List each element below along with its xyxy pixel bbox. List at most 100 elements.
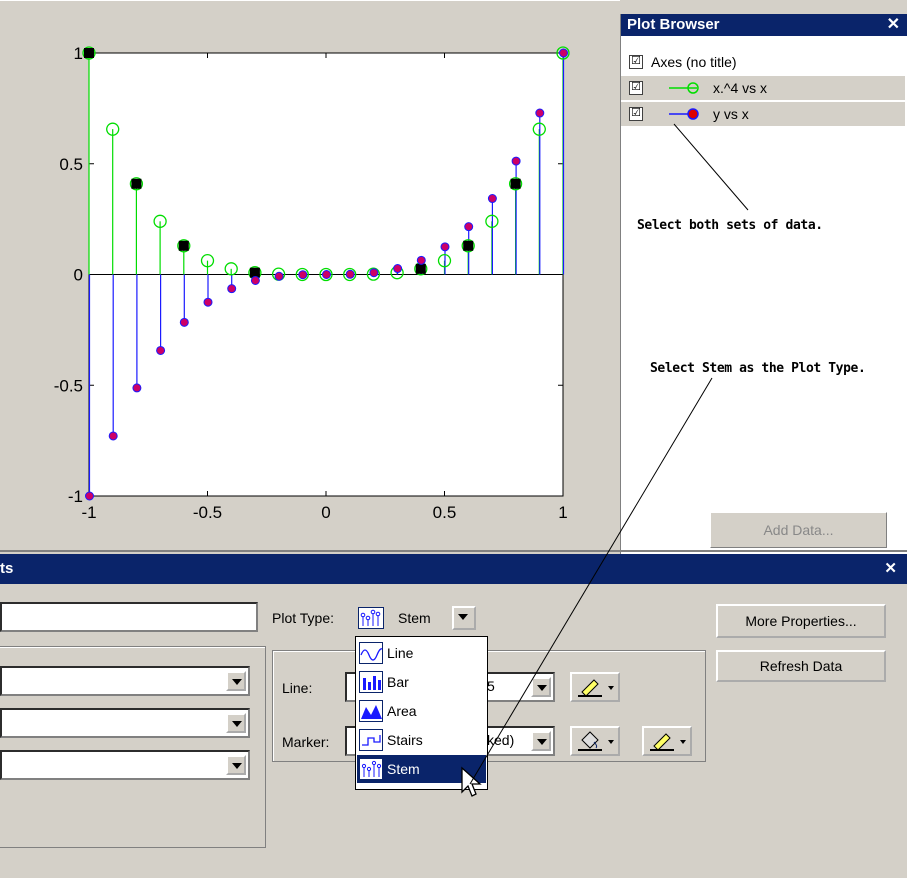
selection-handle (178, 240, 189, 251)
y-tick-label: -1 (68, 487, 83, 506)
y-tick-label: 0 (74, 266, 83, 285)
chevron-down-icon[interactable] (226, 671, 246, 691)
plot-type-label: Plot Type: (272, 610, 335, 626)
x-data-combo[interactable] (0, 666, 250, 696)
plot-type-value: Stem (398, 610, 431, 626)
tree-item-axes[interactable]: ☑ Axes (no title) (621, 50, 905, 74)
stem-marker-series-2 (511, 156, 521, 166)
property-editor-title: ts (0, 560, 14, 577)
marker-fill-button[interactable] (570, 726, 620, 756)
x-tick-label: 0 (321, 503, 330, 522)
x-tick-label: -1 (81, 503, 96, 522)
stem-marker-series-2 (322, 270, 331, 279)
line-color-button[interactable] (570, 672, 620, 702)
stem-marker-series-2 (274, 271, 284, 281)
stem-plot-icon (359, 758, 383, 780)
annotation-select-both: Select both sets of data. (637, 218, 823, 233)
tree-item-label: Axes (no title) (651, 54, 737, 70)
stem-marker-series-2 (487, 194, 497, 204)
stem-marker-series-2 (369, 268, 379, 278)
y-tick-label: 1 (74, 44, 83, 63)
x-tick-label: -0.5 (193, 503, 222, 522)
marker-label: Marker: (282, 734, 330, 750)
bar-plot-icon (359, 671, 383, 693)
plot-browser-titlebar: Plot Browser ✕ (621, 14, 907, 36)
selection-handle (463, 240, 474, 251)
marker-edge-color-button[interactable] (642, 726, 692, 756)
line-label: Line: (282, 680, 313, 696)
figure-area: -1 -0.5 0 0.5 1 1 0.5 0 -0.5 -1 (0, 0, 620, 551)
stairs-plot-icon (359, 729, 383, 751)
stem-marker-series-2 (464, 222, 474, 232)
property-editor-titlebar: ts ✕ (0, 554, 907, 584)
x-tick-label: 1 (558, 503, 567, 522)
stem-marker-series-2 (132, 383, 142, 393)
stem-marker-series-2 (179, 317, 189, 327)
area-plot-icon (359, 700, 383, 722)
x-tick-label: 0.5 (433, 503, 457, 522)
y-tick-label: 0.5 (59, 155, 83, 174)
stem-marker-series-2 (108, 431, 118, 441)
close-icon[interactable]: ✕ (884, 554, 897, 584)
selection-handle (510, 178, 521, 189)
option-stairs[interactable]: Stairs (357, 726, 486, 754)
stem-marker-series-2 (559, 48, 568, 58)
mouse-cursor-icon (461, 766, 482, 797)
chevron-down-icon[interactable] (226, 713, 246, 733)
stem-marker-series-2 (440, 242, 450, 252)
tree-item-series-2[interactable]: ☑ y vs x (621, 102, 905, 126)
option-label: Area (387, 703, 417, 719)
tree-item-label: y vs x (713, 106, 749, 122)
stem-marker-series-2 (393, 264, 403, 274)
stem-marker-series-2 (298, 270, 308, 280)
line-plot-icon (359, 642, 383, 664)
chevron-down-icon[interactable] (452, 606, 476, 630)
chevron-down-icon[interactable] (226, 755, 246, 775)
option-label: Stairs (387, 732, 423, 748)
chevron-down-icon[interactable] (531, 731, 551, 751)
option-label: Line (387, 645, 414, 661)
add-data-button[interactable]: Add Data... (710, 512, 887, 548)
more-properties-button[interactable]: More Properties... (716, 604, 886, 638)
y-tick-label: -0.5 (54, 376, 83, 395)
selection-handle (415, 263, 426, 274)
chevron-down-icon[interactable] (531, 677, 551, 697)
option-label: Stem (387, 761, 420, 777)
refresh-data-button[interactable]: Refresh Data (716, 650, 886, 682)
stem-marker-series-2 (535, 108, 545, 118)
stem-marker-series-2 (203, 297, 213, 307)
green-circle-legend-icon (669, 82, 699, 94)
tree-item-series-1[interactable]: ☑ x.^4 vs x (621, 76, 905, 100)
checkbox-series-1[interactable]: ☑ (629, 81, 643, 95)
option-line[interactable]: Line (357, 639, 486, 667)
close-icon[interactable]: ✕ (887, 14, 900, 36)
name-field[interactable] (0, 602, 258, 632)
option-bar[interactable]: Bar (357, 668, 486, 696)
stem-marker-series-2 (416, 255, 426, 265)
stem-marker-series-2 (250, 275, 260, 285)
plot-browser-title: Plot Browser (627, 16, 720, 33)
z-data-combo[interactable] (0, 750, 250, 780)
paint-bucket-icon (578, 731, 614, 751)
pen-color-icon (650, 733, 686, 751)
selection-handle (131, 178, 142, 189)
option-label: Bar (387, 674, 409, 690)
selection-handle (84, 48, 94, 58)
divider (0, 550, 907, 552)
option-area[interactable]: Area (357, 697, 486, 725)
stem-plot: -1 -0.5 0 0.5 1 1 0.5 0 -0.5 -1 (54, 44, 570, 522)
plot-browser-panel: Plot Browser ✕ ☑ Axes (no title) ☑ x.^4 … (620, 14, 907, 554)
checkbox-series-2[interactable]: ☑ (629, 107, 643, 121)
line-width-value: 5 (487, 678, 495, 694)
tree-item-label: x.^4 vs x (713, 80, 768, 96)
stem-marker-series-2 (345, 269, 355, 279)
annotation-select-stem: Select Stem as the Plot Type. (650, 361, 866, 376)
pen-color-icon (578, 679, 614, 697)
stem-marker-series-2 (227, 284, 237, 294)
stem-marker-series-2 (156, 345, 166, 355)
checkbox-axes[interactable]: ☑ (629, 55, 643, 69)
marker-size-value: ked) (487, 732, 515, 748)
y-data-combo[interactable] (0, 708, 250, 738)
red-dot-legend-icon (669, 108, 699, 120)
plot-type-select[interactable]: Stem (354, 604, 482, 632)
